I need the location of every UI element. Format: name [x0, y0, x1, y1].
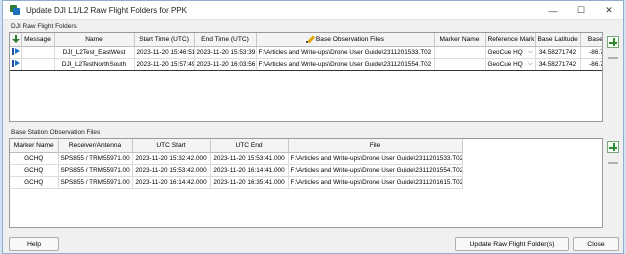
- col-start-time-header[interactable]: Start Time (UTC): [134, 33, 195, 47]
- cell-marker-name: GCHQ: [10, 176, 59, 189]
- close-window-button[interactable]: ✕: [595, 1, 623, 20]
- col-base-longitude-header[interactable]: Base Lo: [580, 33, 602, 47]
- window-title: Update DJI L1/L2 Raw Flight Folders for …: [26, 5, 187, 15]
- cell-utc-end: 2023-11-20 15:53:41.000: [210, 152, 289, 165]
- table-row[interactable]: GCHQ SPS855 / TRM55971.00 2023-11-20 15:…: [10, 152, 463, 165]
- minus-icon: [608, 162, 618, 164]
- help-button[interactable]: Help: [9, 237, 59, 251]
- title-bar: Update DJI L1/L2 Raw Flight Folders for …: [3, 1, 623, 20]
- base-station-grid[interactable]: Marker Name Receiver/Antenna UTC Start U…: [9, 138, 603, 228]
- col-utc-end-header[interactable]: UTC End: [210, 139, 289, 153]
- flight-folders-grid[interactable]: Message Name Start Time (UTC) End Time (…: [9, 32, 603, 122]
- col-reference-mark-header[interactable]: Reference Mark: [485, 33, 536, 47]
- col-file-header[interactable]: File: [288, 139, 463, 153]
- row-indicator[interactable]: [10, 46, 22, 59]
- cell-utc-end: 2023-11-20 16:14:41.000: [210, 164, 289, 177]
- col-base-latitude-header[interactable]: Base Latitude: [535, 33, 581, 47]
- cell-marker-name: [434, 57, 486, 71]
- remove-flight-folder-button[interactable]: [606, 51, 620, 65]
- cell-name: DJI_L2Test_EastWest: [54, 46, 135, 59]
- cell-name: DJI_L2TestNorthSouth: [54, 57, 135, 71]
- update-raw-flight-folders-button[interactable]: Update Raw Flight Folder(s): [455, 237, 569, 251]
- cell-utc-start: 2023-11-20 15:53:42.000: [132, 164, 211, 177]
- cell-base-files[interactable]: F:\Articles and Write-ups\Drone User Gui…: [256, 57, 435, 71]
- col-marker-name-header[interactable]: Marker Name: [434, 33, 486, 47]
- plus-icon: [607, 36, 619, 48]
- cell-base-longitude: -86.739: [580, 46, 602, 59]
- cell-end-time: 2023-11-20 15:53:39: [194, 46, 257, 59]
- cell-start-time: 2023-11-20 15:46:51: [134, 46, 195, 59]
- cell-receiver-antenna: SPS855 / TRM55971.00: [58, 152, 133, 165]
- row-play-icon: [12, 60, 20, 68]
- cell-end-time: 2023-11-20 16:03:56: [194, 57, 257, 71]
- row-indicator[interactable]: [10, 57, 22, 71]
- add-base-file-button[interactable]: [606, 140, 620, 154]
- chevron-down-icon[interactable]: ⌵: [528, 49, 533, 56]
- app-icon: [9, 4, 21, 16]
- cell-file: F:\Articles and Write-ups\Drone User Gui…: [288, 152, 463, 165]
- cell-utc-end: 2023-11-20 16:35:41.000: [210, 176, 289, 189]
- cell-message: [21, 46, 55, 59]
- col-marker-name-header[interactable]: Marker Name: [10, 139, 59, 153]
- minus-icon: [608, 57, 618, 59]
- base-station-group-label: Base Station Observation Files: [11, 129, 101, 136]
- cell-receiver-antenna: SPS855 / TRM55971.00: [58, 176, 133, 189]
- flight-folders-group-label: DJI Raw Flight Folders: [11, 23, 77, 30]
- col-receiver-antenna-header[interactable]: Receiver/Antenna: [58, 139, 133, 153]
- cell-base-latitude: 34.58271742: [535, 46, 581, 59]
- col-end-time-header[interactable]: End Time (UTC): [194, 33, 257, 47]
- table-row[interactable]: GCHQ SPS855 / TRM55971.00 2023-11-20 15:…: [10, 164, 463, 177]
- remove-base-file-button[interactable]: [606, 156, 620, 170]
- arrow-down-icon: [12, 34, 20, 44]
- close-button[interactable]: Close: [573, 237, 619, 251]
- cell-file: F:\Articles and Write-ups\Drone User Gui…: [288, 164, 463, 177]
- minimize-button[interactable]: —: [539, 1, 567, 20]
- table-row[interactable]: GCHQ SPS855 / TRM55971.00 2023-11-20 16:…: [10, 176, 463, 189]
- cell-base-files[interactable]: F:\Articles and Write-ups\Drone User Gui…: [256, 46, 435, 59]
- update-dji-dialog: Update DJI L1/L2 Raw Flight Folders for …: [2, 0, 624, 254]
- row-play-icon: [12, 48, 20, 56]
- cell-marker-name: GCHQ: [10, 152, 59, 165]
- chevron-down-icon[interactable]: ⌵: [528, 61, 533, 68]
- maximize-button[interactable]: ☐: [567, 1, 595, 20]
- cell-utc-start: 2023-11-20 16:14:42.000: [132, 176, 211, 189]
- cell-base-latitude: 34.58271742: [535, 57, 581, 71]
- col-utc-start-header[interactable]: UTC Start: [132, 139, 211, 153]
- cell-message: [21, 57, 55, 71]
- col-message-header[interactable]: Message: [21, 33, 55, 47]
- cell-marker-name: [434, 46, 486, 59]
- cell-reference-mark[interactable]: GeoCue HQ ⌵: [485, 46, 536, 59]
- cell-marker-name: GCHQ: [10, 164, 59, 177]
- cell-file: F:\Articles and Write-ups\Drone User Gui…: [288, 176, 463, 189]
- cell-reference-mark[interactable]: GeoCue HQ ⌵: [485, 57, 536, 71]
- table-row[interactable]: DJI_L2TestNorthSouth 2023-11-20 15:57:49…: [10, 57, 602, 71]
- cell-utc-start: 2023-11-20 15:32:42.000: [132, 152, 211, 165]
- table-row[interactable]: DJI_L2Test_EastWest 2023-11-20 15:46:51 …: [10, 46, 602, 59]
- cell-start-time: 2023-11-20 15:57:49: [134, 57, 195, 71]
- pencil-icon: [305, 35, 315, 44]
- plus-icon: [607, 141, 619, 153]
- cell-receiver-antenna: SPS855 / TRM55971.00: [58, 164, 133, 177]
- cell-base-longitude: -86.739: [580, 57, 602, 71]
- col-name-header[interactable]: Name: [54, 33, 135, 47]
- col-sort-header[interactable]: [10, 33, 22, 47]
- col-base-observation-files-header[interactable]: Base Observation Files: [256, 33, 435, 47]
- add-flight-folder-button[interactable]: [606, 35, 620, 49]
